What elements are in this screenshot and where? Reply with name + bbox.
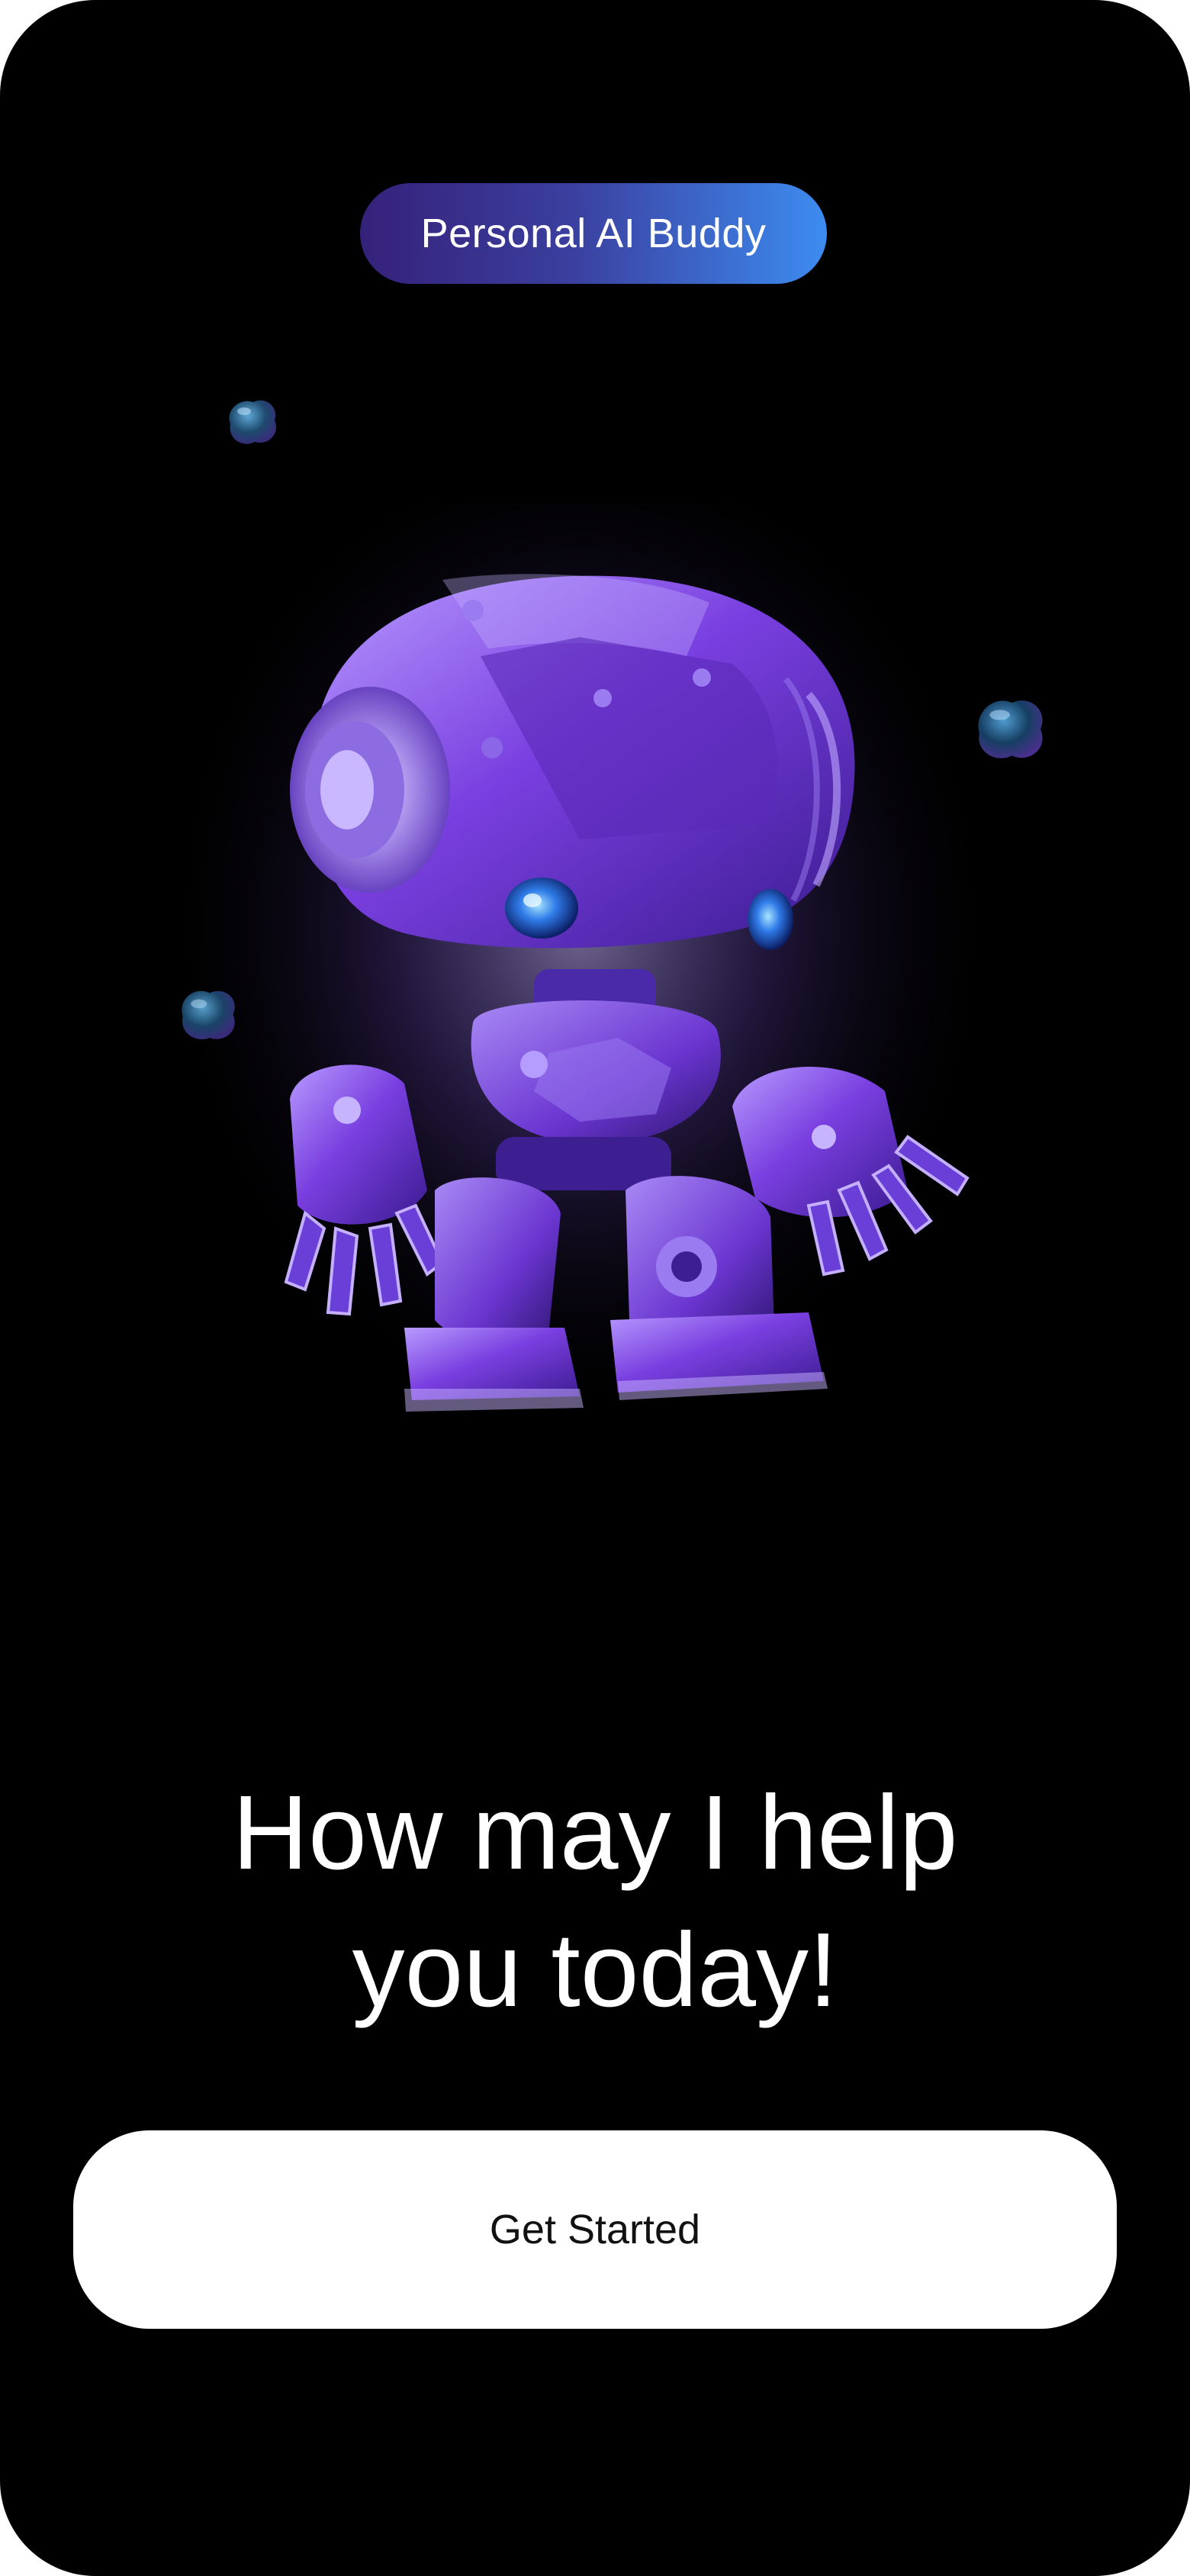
headline: How may I help you today! (0, 1764, 1190, 2039)
headline-line-1: How may I help (232, 1774, 958, 1892)
personal-ai-badge: Personal AI Buddy (360, 183, 827, 284)
get-started-button[interactable]: Get Started (73, 2130, 1117, 2329)
app-screen: Personal AI Buddy How may I help you tod… (0, 0, 1190, 2576)
get-started-label: Get Started (489, 2207, 701, 2252)
bubble-icon (229, 400, 277, 444)
robot-illustration (153, 504, 1037, 1541)
badge-label: Personal AI Buddy (420, 211, 767, 256)
headline-line-2: you today! (352, 1911, 838, 2030)
